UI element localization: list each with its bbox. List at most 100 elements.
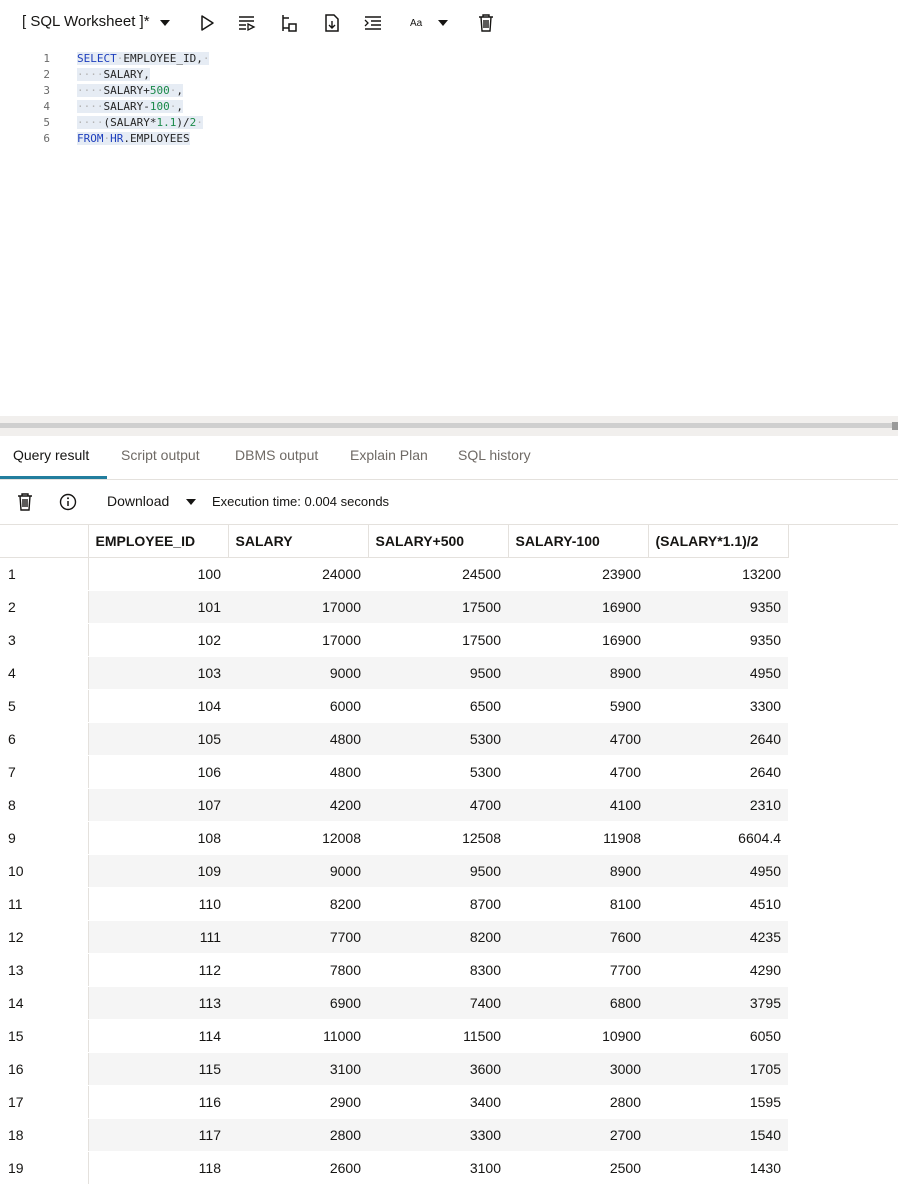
sql-editor[interactable]: 1 SELECT·EMPLOYEE_ID,· 2 ····SALARY, 3 ·… bbox=[0, 46, 898, 416]
salary-cell[interactable]: 4200 bbox=[228, 788, 368, 822]
salary-plus-500-cell[interactable]: 3300 bbox=[368, 1118, 508, 1152]
employee-id-cell[interactable]: 101 bbox=[88, 590, 228, 624]
employee-id-cell[interactable]: 113 bbox=[88, 986, 228, 1020]
row-number-cell[interactable]: 19 bbox=[0, 1151, 89, 1185]
salary-expression-cell[interactable]: 1595 bbox=[648, 1085, 788, 1119]
salary-plus-500-cell[interactable]: 8200 bbox=[368, 920, 508, 954]
salary-minus-100-cell[interactable]: 10900 bbox=[508, 1019, 648, 1053]
row-number-cell[interactable]: 11 bbox=[0, 887, 89, 921]
tab-explain-plan[interactable]: Explain Plan bbox=[350, 447, 428, 463]
salary-minus-100-cell[interactable]: 8900 bbox=[508, 656, 648, 690]
run-statement-button[interactable] bbox=[198, 10, 216, 36]
salary-cell[interactable]: 12008 bbox=[228, 821, 368, 855]
salary-minus-100-cell[interactable]: 3000 bbox=[508, 1052, 648, 1086]
salary-expression-cell[interactable]: 1430 bbox=[648, 1151, 788, 1185]
row-number-cell[interactable]: 18 bbox=[0, 1118, 89, 1152]
salary-expression-cell[interactable]: 4290 bbox=[648, 953, 788, 987]
column-header-salary[interactable]: SALARY bbox=[228, 525, 369, 558]
download-button[interactable]: Download bbox=[107, 493, 169, 509]
row-number-cell[interactable]: 10 bbox=[0, 854, 89, 888]
salary-plus-500-cell[interactable]: 3400 bbox=[368, 1085, 508, 1119]
table-row[interactable]: 7 106 4800 5300 4700 2640 bbox=[0, 755, 788, 789]
salary-expression-cell[interactable]: 4950 bbox=[648, 854, 788, 888]
salary-minus-100-cell[interactable]: 5900 bbox=[508, 689, 648, 723]
salary-plus-500-cell[interactable]: 6500 bbox=[368, 689, 508, 723]
salary-cell[interactable]: 6000 bbox=[228, 689, 368, 723]
table-row[interactable]: 4 103 9000 9500 8900 4950 bbox=[0, 656, 788, 690]
employee-id-cell[interactable]: 105 bbox=[88, 722, 228, 756]
salary-minus-100-cell[interactable]: 8100 bbox=[508, 887, 648, 921]
salary-expression-cell[interactable]: 1540 bbox=[648, 1118, 788, 1152]
row-number-cell[interactable]: 7 bbox=[0, 755, 89, 789]
salary-minus-100-cell[interactable]: 6800 bbox=[508, 986, 648, 1020]
salary-expression-cell[interactable]: 2640 bbox=[648, 755, 788, 789]
salary-expression-cell[interactable]: 6050 bbox=[648, 1019, 788, 1053]
salary-minus-100-cell[interactable]: 4700 bbox=[508, 722, 648, 756]
salary-minus-100-cell[interactable]: 2700 bbox=[508, 1118, 648, 1152]
row-number-cell[interactable]: 8 bbox=[0, 788, 89, 822]
salary-plus-500-cell[interactable]: 4700 bbox=[368, 788, 508, 822]
salary-cell[interactable]: 11000 bbox=[228, 1019, 368, 1053]
row-number-cell[interactable]: 4 bbox=[0, 656, 89, 690]
row-number-cell[interactable]: 5 bbox=[0, 689, 89, 723]
employee-id-cell[interactable]: 102 bbox=[88, 623, 228, 657]
format-code-button[interactable] bbox=[363, 10, 383, 36]
font-size-button[interactable]: Aa bbox=[410, 10, 422, 36]
salary-minus-100-cell[interactable]: 16900 bbox=[508, 623, 648, 657]
salary-cell[interactable]: 2600 bbox=[228, 1151, 368, 1185]
info-button[interactable] bbox=[59, 489, 77, 515]
column-header-employee-id[interactable]: EMPLOYEE_ID bbox=[88, 525, 229, 558]
salary-plus-500-cell[interactable]: 17500 bbox=[368, 623, 508, 657]
tab-query-result[interactable]: Query result bbox=[13, 447, 89, 463]
clear-editor-button[interactable] bbox=[477, 10, 495, 36]
row-number-cell[interactable]: 3 bbox=[0, 623, 89, 657]
salary-cell[interactable]: 4800 bbox=[228, 755, 368, 789]
salary-cell[interactable]: 8200 bbox=[228, 887, 368, 921]
worksheet-title[interactable]: [ SQL Worksheet ]* bbox=[22, 13, 150, 30]
salary-cell[interactable]: 6900 bbox=[228, 986, 368, 1020]
salary-expression-cell[interactable]: 2640 bbox=[648, 722, 788, 756]
row-number-cell[interactable]: 14 bbox=[0, 986, 89, 1020]
employee-id-cell[interactable]: 117 bbox=[88, 1118, 228, 1152]
autotrace-button[interactable] bbox=[322, 10, 342, 36]
splitter-grip[interactable] bbox=[892, 422, 898, 430]
salary-plus-500-cell[interactable]: 9500 bbox=[368, 854, 508, 888]
employee-id-cell[interactable]: 109 bbox=[88, 854, 228, 888]
salary-expression-cell[interactable]: 4235 bbox=[648, 920, 788, 954]
employee-id-cell[interactable]: 106 bbox=[88, 755, 228, 789]
table-row[interactable]: 11 110 8200 8700 8100 4510 bbox=[0, 887, 788, 921]
table-row[interactable]: 6 105 4800 5300 4700 2640 bbox=[0, 722, 788, 756]
column-header-salary-expression[interactable]: (SALARY*1.1)/2 bbox=[648, 525, 789, 558]
table-row[interactable]: 2 101 17000 17500 16900 9350 bbox=[0, 590, 788, 624]
salary-cell[interactable]: 2900 bbox=[228, 1085, 368, 1119]
salary-plus-500-cell[interactable]: 5300 bbox=[368, 755, 508, 789]
salary-plus-500-cell[interactable]: 3100 bbox=[368, 1151, 508, 1185]
salary-expression-cell[interactable]: 3300 bbox=[648, 689, 788, 723]
salary-expression-cell[interactable]: 1705 bbox=[648, 1052, 788, 1086]
salary-minus-100-cell[interactable]: 4100 bbox=[508, 788, 648, 822]
salary-expression-cell[interactable]: 4950 bbox=[648, 656, 788, 690]
employee-id-cell[interactable]: 116 bbox=[88, 1085, 228, 1119]
salary-minus-100-cell[interactable]: 4700 bbox=[508, 755, 648, 789]
table-row[interactable]: 16 115 3100 3600 3000 1705 bbox=[0, 1052, 788, 1086]
column-header-salary-minus-100[interactable]: SALARY-100 bbox=[508, 525, 649, 558]
table-row[interactable]: 15 114 11000 11500 10900 6050 bbox=[0, 1019, 788, 1053]
salary-expression-cell[interactable]: 4510 bbox=[648, 887, 788, 921]
pane-splitter[interactable] bbox=[0, 416, 898, 436]
tab-script-output[interactable]: Script output bbox=[121, 447, 200, 463]
row-number-cell[interactable]: 13 bbox=[0, 953, 89, 987]
row-number-cell[interactable]: 9 bbox=[0, 821, 89, 855]
employee-id-cell[interactable]: 100 bbox=[88, 557, 228, 591]
table-row[interactable]: 8 107 4200 4700 4100 2310 bbox=[0, 788, 788, 822]
salary-cell[interactable]: 7800 bbox=[228, 953, 368, 987]
employee-id-cell[interactable]: 118 bbox=[88, 1151, 228, 1185]
salary-plus-500-cell[interactable]: 7400 bbox=[368, 986, 508, 1020]
salary-expression-cell[interactable]: 6604.4 bbox=[648, 821, 788, 855]
salary-expression-cell[interactable]: 9350 bbox=[648, 590, 788, 624]
salary-cell[interactable]: 17000 bbox=[228, 590, 368, 624]
salary-minus-100-cell[interactable]: 7600 bbox=[508, 920, 648, 954]
salary-cell[interactable]: 9000 bbox=[228, 656, 368, 690]
table-row[interactable]: 13 112 7800 8300 7700 4290 bbox=[0, 953, 788, 987]
salary-cell[interactable]: 9000 bbox=[228, 854, 368, 888]
explain-plan-button[interactable] bbox=[279, 10, 299, 36]
